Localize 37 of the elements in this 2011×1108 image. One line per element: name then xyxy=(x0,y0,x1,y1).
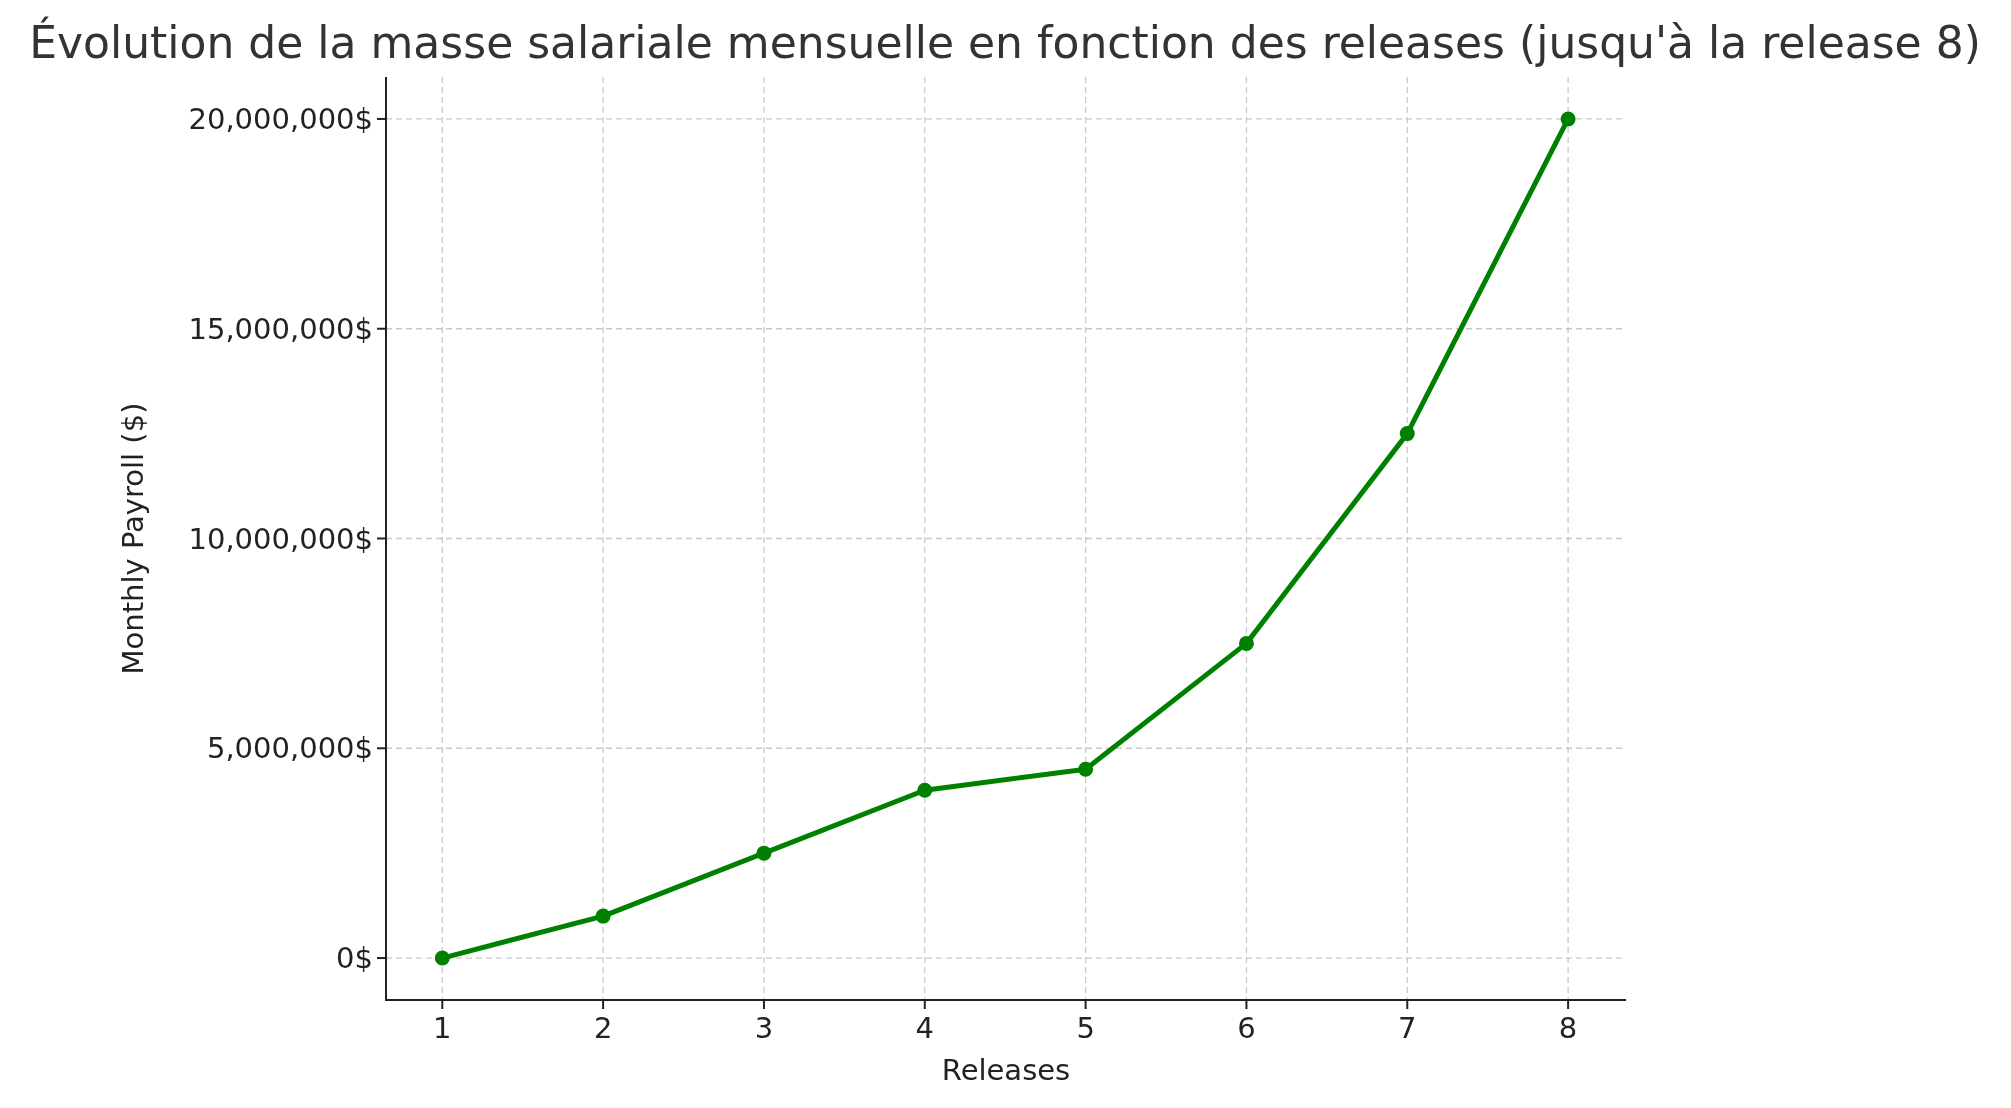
x-tick-label: 1 xyxy=(433,1011,452,1045)
tick-mark xyxy=(1406,999,1409,1010)
tick-mark xyxy=(376,747,387,750)
x-tick-label: 7 xyxy=(1398,1011,1417,1045)
data-point xyxy=(1399,426,1415,442)
tick-mark xyxy=(762,999,765,1010)
data-point xyxy=(1560,111,1576,127)
tick-mark xyxy=(602,999,605,1010)
x-tick-label: 8 xyxy=(1558,1011,1578,1045)
tick-mark xyxy=(376,117,387,120)
y-tick-label: 20,000,000$ xyxy=(188,101,373,136)
data-point xyxy=(1078,761,1094,777)
x-tick-label: 6 xyxy=(1237,1011,1256,1045)
tick-mark xyxy=(1084,999,1087,1010)
data-point xyxy=(595,908,611,924)
chart-title: Évolution de la masse salariale mensuelle en fonction des releases (jusqu'à la release 8) xyxy=(29,17,1981,68)
x-tick-label: 5 xyxy=(1076,1011,1095,1045)
tick-mark xyxy=(376,327,387,330)
tick-mark xyxy=(1245,999,1248,1010)
x-tick-label: 3 xyxy=(754,1011,774,1045)
tick-mark xyxy=(376,957,387,960)
tick-mark xyxy=(923,999,926,1010)
x-axis-label: Releases xyxy=(941,1053,1071,1087)
y-tick-label: 15,000,000$ xyxy=(188,311,373,346)
data-point xyxy=(917,782,933,798)
data-point xyxy=(1238,635,1254,651)
data-point xyxy=(756,845,772,861)
x-tick-label: 4 xyxy=(915,1011,934,1045)
y-tick-label: 10,000,000$ xyxy=(188,521,373,556)
tick-mark xyxy=(376,537,387,540)
y-tick-label: 5,000,000$ xyxy=(206,731,373,766)
y-tick-label: 0$ xyxy=(336,941,373,976)
x-tick-label: 2 xyxy=(593,1011,613,1045)
tick-mark xyxy=(441,999,444,1010)
y-axis-label: Monthly Payroll ($) xyxy=(116,402,150,675)
tick-mark xyxy=(1567,999,1570,1010)
data-point xyxy=(434,950,450,966)
